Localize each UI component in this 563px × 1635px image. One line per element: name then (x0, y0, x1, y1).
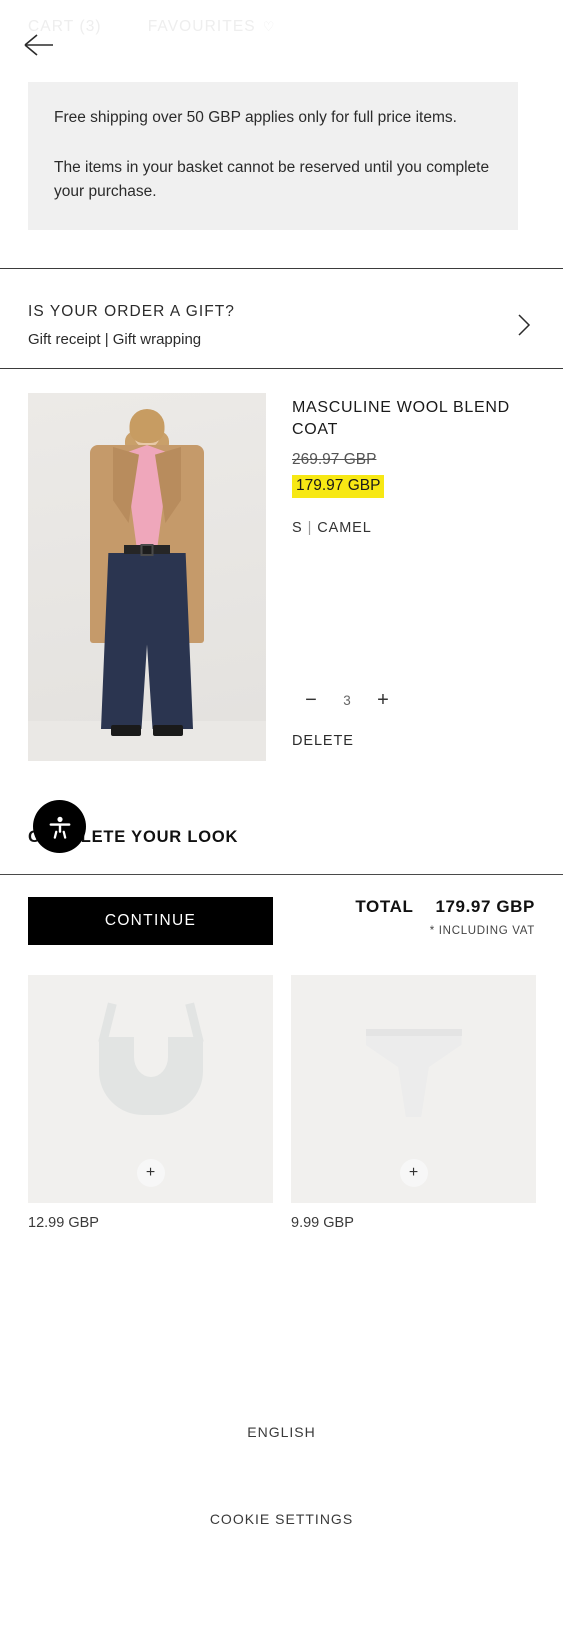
add-suggestion-bra-button[interactable]: + (136, 1159, 165, 1187)
briefs-waistband (365, 1029, 462, 1036)
variant-separator: | (307, 520, 313, 537)
header-tabs: CART (3) FAVOURITES ♡ (28, 18, 276, 36)
product-price-current: 179.97 GBP (292, 475, 385, 499)
cart-item-row: MASCULINE WOOL BLEND COAT 269.97 GBP 179… (28, 393, 535, 761)
product-price-original: 269.97 GBP (292, 451, 377, 469)
bra-neckline (133, 1037, 168, 1077)
gift-options-row[interactable]: IS YOUR ORDER A GIFT? Gift receipt | Gif… (0, 283, 563, 367)
divider-gift-bottom (0, 368, 563, 369)
quantity-stepper: − 3 + (292, 687, 402, 713)
gift-title: IS YOUR ORDER A GIFT? (28, 302, 235, 320)
shipping-notice: Free shipping over 50 GBP applies only f… (28, 82, 518, 231)
gift-text-group: IS YOUR ORDER A GIFT? Gift receipt | Gif… (28, 303, 513, 348)
suggestion-image-briefs[interactable]: + (291, 975, 536, 1203)
product-name[interactable]: MASCULINE WOOL BLEND COAT (292, 397, 535, 440)
quantity-increase-button[interactable]: + (364, 687, 402, 713)
model-shoe-right (153, 725, 183, 736)
total-label: TOTAL (355, 897, 414, 916)
checkout-bar: CONTINUE TOTAL 179.97 GBP * INCLUDING VA… (0, 897, 563, 963)
suggestion-image-bra[interactable]: + (28, 975, 273, 1203)
language-selector[interactable]: ENGLISH (0, 1424, 563, 1440)
cookie-settings-link[interactable]: COOKIE SETTINGS (0, 1511, 563, 1527)
model-jeans (101, 553, 193, 729)
model-shoe-left (111, 725, 141, 736)
complete-your-look-list: + 12.99 GBP + 9.99 GBP (28, 975, 536, 1231)
divider-checkout (0, 874, 563, 875)
model-hair (129, 409, 165, 443)
suggestion-card-bra[interactable]: + 12.99 GBP (28, 975, 273, 1231)
chevron-right-icon[interactable] (513, 310, 535, 340)
tab-favourites-label: FAVOURITES (147, 18, 256, 35)
suggestion-price-briefs: 9.99 GBP (291, 1215, 354, 1231)
total-value: 179.97 GBP (435, 897, 535, 916)
delete-item-button[interactable]: DELETE (292, 733, 354, 749)
image-floor (28, 721, 266, 761)
back-arrow-icon[interactable] (22, 30, 56, 60)
quantity-value[interactable]: 3 (330, 693, 364, 708)
tab-favourites[interactable]: FAVOURITES ♡ (148, 18, 276, 36)
continue-button[interactable]: CONTINUE (28, 897, 273, 945)
product-variant: S | CAMEL (292, 520, 535, 536)
suggestion-card-briefs[interactable]: + 9.99 GBP (291, 975, 536, 1231)
product-size: S (292, 520, 303, 537)
notice-line-2: The items in your basket cannot be reser… (54, 159, 490, 201)
briefs-body (365, 1031, 462, 1117)
product-image[interactable] (28, 393, 266, 761)
add-suggestion-briefs-button[interactable]: + (399, 1159, 428, 1187)
suggestion-price-bra: 12.99 GBP (28, 1215, 99, 1231)
quantity-decrease-button[interactable]: − (292, 687, 330, 713)
notice-line-1: Free shipping over 50 GBP applies only f… (54, 109, 457, 126)
heart-icon: ♡ (262, 19, 276, 34)
vat-note: * INCLUDING VAT (429, 925, 535, 937)
order-total: TOTAL 179.97 GBP * INCLUDING VAT (355, 897, 535, 937)
cart-page: CART (3) FAVOURITES ♡ Free shipping over… (0, 0, 563, 1635)
gift-subtitle: Gift receipt | Gift wrapping (28, 330, 202, 348)
cart-item-details: MASCULINE WOOL BLEND COAT 269.97 GBP 179… (292, 393, 535, 761)
total-line: TOTAL 179.97 GBP (355, 897, 535, 917)
accessibility-person-icon[interactable] (33, 800, 86, 853)
model-belt-buckle (140, 544, 154, 556)
product-color: CAMEL (317, 520, 372, 537)
divider-top (0, 268, 563, 269)
